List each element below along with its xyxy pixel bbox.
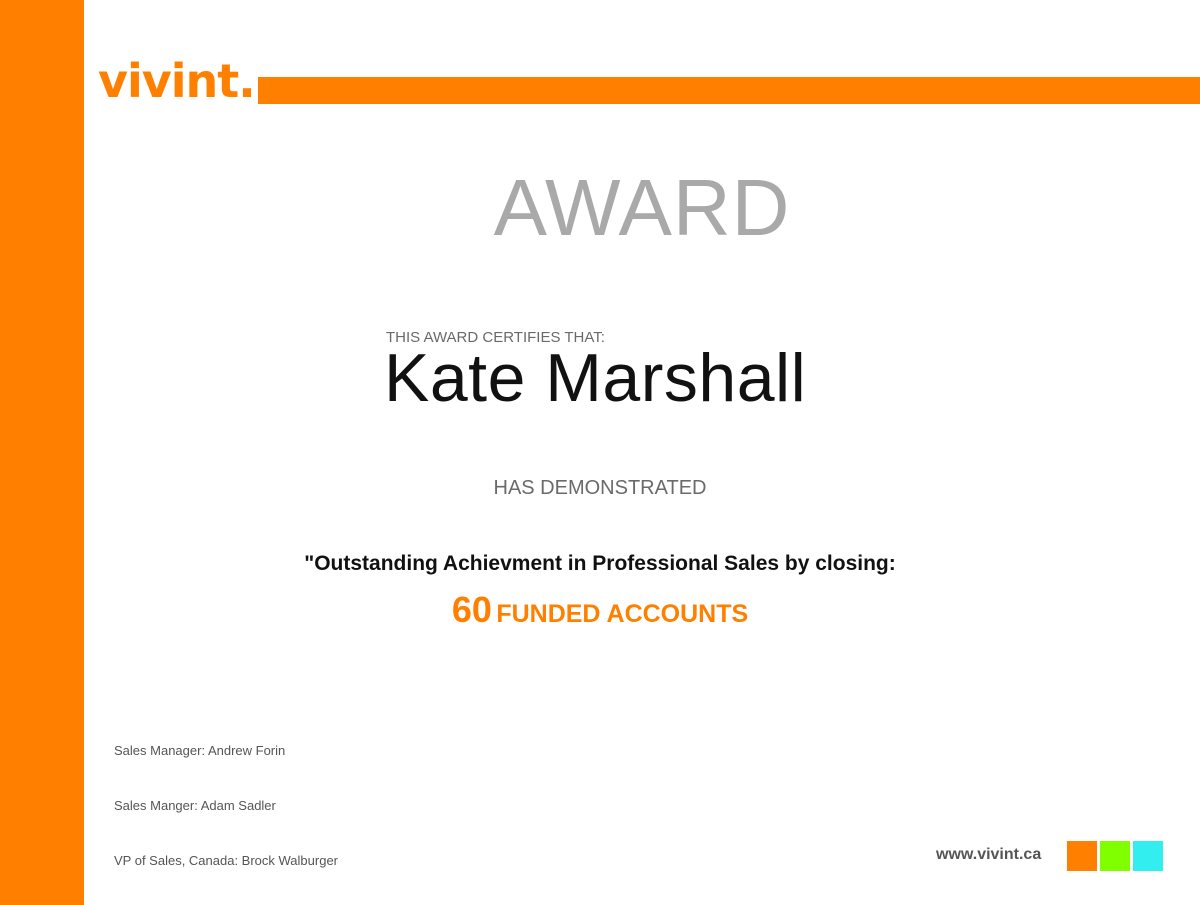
signatory-sales-manager-1: Sales Manager: Andrew Forin (114, 743, 286, 758)
demonstrated-label: HAS DEMONSTRATED (493, 477, 707, 499)
vivint-logo: vivint. (98, 54, 256, 108)
color-swatch-orange (1067, 841, 1097, 871)
achievement-text: "Outstanding Achievment in Professional … (304, 552, 896, 575)
recipient-name: Kate Marshall (384, 340, 807, 416)
award-title: AWARD (493, 163, 791, 252)
left-accent-bar (0, 0, 84, 905)
header-stripe (258, 77, 1200, 104)
color-swatch-green (1100, 841, 1130, 871)
color-swatch-cyan (1133, 841, 1163, 871)
signatory-vp-sales: VP of Sales, Canada: Brock Walburger (114, 853, 339, 868)
signatory-sales-manager-2: Sales Manger: Adam Sadler (114, 798, 276, 813)
achievement-count: 60 FUNDED ACCOUNTS (0, 592, 1200, 628)
accounts-label: FUNDED ACCOUNTS (496, 600, 749, 628)
website-url: www.vivint.ca (936, 846, 1042, 863)
accounts-count: 60 (451, 589, 492, 630)
